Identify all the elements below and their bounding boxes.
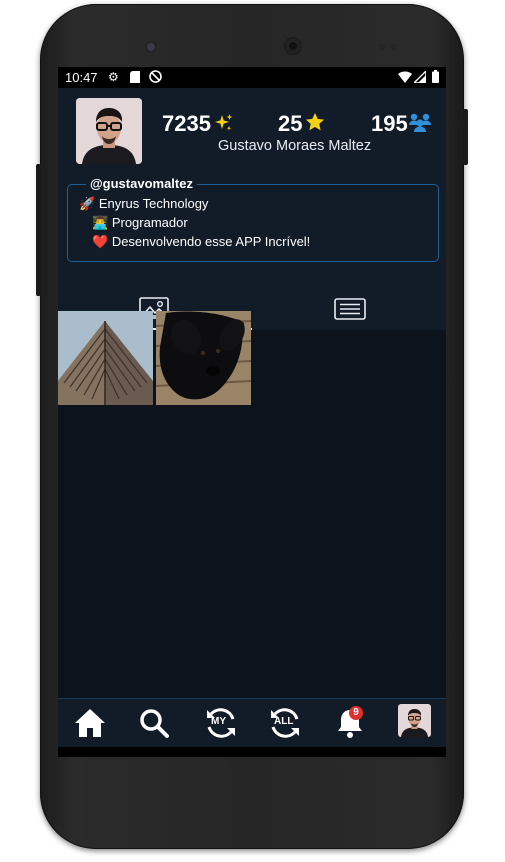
nav-my-feed[interactable]: MY <box>203 705 239 741</box>
sparkles-icon <box>215 114 233 131</box>
profile-full-name: Gustavo Moraes Maltez <box>218 138 372 154</box>
signal-icon <box>414 71 426 83</box>
avatar-photo <box>76 98 142 164</box>
profile-avatar-icon <box>398 704 431 737</box>
nav-search[interactable] <box>136 705 172 741</box>
bio-line: 👨‍💻 Programador <box>92 215 188 231</box>
home-icon <box>75 709 105 737</box>
status-time: 10:47 <box>65 70 98 85</box>
side-button-left <box>36 164 41 296</box>
all-label: ALL <box>274 716 294 727</box>
list-icon <box>334 298 366 320</box>
stars-count: 25 <box>278 111 303 136</box>
battery-icon <box>432 70 439 83</box>
app-screen: 10:47 ⚙ 7235 25 195 Gustavo Moraes Malte… <box>58 67 446 757</box>
proximity-sensor <box>379 44 385 50</box>
bio-text: Enyrus Technology <box>98 196 209 211</box>
bio-box: @gustavomaltez 🚀 Enyrus Technology 👨‍💻 P… <box>67 176 439 262</box>
profile-username: @gustavomaltez <box>86 176 197 191</box>
nav-home[interactable] <box>72 705 108 741</box>
light-sensor <box>391 44 397 50</box>
followers-count: 195 <box>371 111 408 136</box>
followers-icon <box>409 113 431 132</box>
status-bar: 10:47 ⚙ <box>58 67 446 88</box>
notification-badge: 9 <box>349 706 363 720</box>
bio-text: Desenvolvendo esse APP Incrível! <box>111 234 311 249</box>
side-button-right <box>463 109 468 165</box>
bio-line: 🚀 Enyrus Technology <box>79 196 208 212</box>
programmer-icon: 👨‍💻 <box>92 215 109 230</box>
tab-list[interactable] <box>252 288 446 330</box>
bottom-nav: MY ALL 9 <box>58 698 446 748</box>
nav-all-feed[interactable]: ALL <box>267 705 303 741</box>
nav-profile[interactable] <box>398 704 431 737</box>
building-photo <box>58 311 153 405</box>
sparkles-count: 7235 <box>162 111 211 136</box>
nav-notifications[interactable]: 9 <box>332 705 368 741</box>
profile-header: 7235 25 195 Gustavo Moraes Maltez @gusta… <box>58 88 446 330</box>
heart-icon: ❤️ <box>92 234 109 249</box>
star-icon <box>306 113 324 131</box>
my-label: MY <box>211 716 226 727</box>
dnd-icon <box>149 70 162 83</box>
earpiece-speaker <box>284 37 302 55</box>
grid-photo-dog[interactable] <box>156 311 251 405</box>
rocket-icon: 🚀 <box>79 196 96 211</box>
gear-icon: ⚙ <box>108 70 119 84</box>
wifi-icon <box>398 71 412 83</box>
black-dog-photo <box>156 311 251 405</box>
bio-line: ❤️ Desenvolvendo esse APP Incrível! <box>92 234 310 250</box>
sd-card-icon <box>130 71 140 83</box>
front-camera <box>147 43 155 51</box>
bio-text: Programador <box>111 215 188 230</box>
system-nav-bar <box>58 747 446 757</box>
grid-photo-building[interactable] <box>58 311 153 405</box>
avatar[interactable] <box>76 98 142 164</box>
search-icon <box>140 709 169 738</box>
